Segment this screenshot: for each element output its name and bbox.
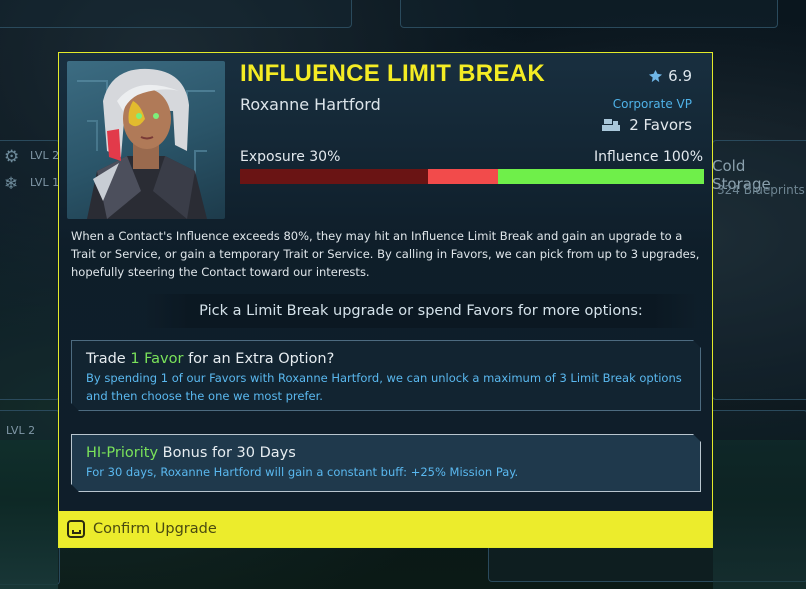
contact-name: Roxanne Hartford [240,95,381,114]
favors-label: 2 Favors [629,116,692,134]
keyboard-key-icon [67,520,85,538]
rank-chevron-icon [649,69,663,82]
bg-room-panel [0,0,352,28]
risk-segment [427,169,498,184]
option-title-suffix: Bonus for 30 Days [158,445,296,461]
snowflake-icon: ❄ [4,174,19,194]
bg-level-label: LVL 2 [6,424,36,437]
influence-meter [240,169,704,184]
exposure-label: Exposure 30% [240,149,341,165]
dialog-title: INFLUENCE LIMIT BREAK [240,60,545,87]
bg-level-label: LVL 2 [30,149,60,162]
contact-rating: 6.9 [648,67,692,85]
bg-level-label: LVL 1 [30,176,60,189]
contact-role: Corporate VP [612,97,692,111]
upgrade-prompt: Pick a Limit Break upgrade or spend Favo… [145,294,697,328]
bg-room-panel [400,0,778,28]
contact-portrait [67,61,225,219]
option-title-highlight: HI-Priority [86,445,159,461]
option-hi-priority-bonus[interactable]: HI-Priority Bonus for 30 Days For 30 day… [71,434,701,492]
option-description: For 30 days, Roxanne Hartford will gain … [86,465,519,479]
rating-value: 6.9 [668,67,692,85]
bg-greenery [713,440,806,589]
option-description: By spending 1 of our Favors with Roxanne… [86,371,682,403]
confirm-upgrade-button[interactable]: Confirm Upgrade [59,511,712,547]
option-title-suffix: for an Extra Option? [183,351,335,367]
contact-portrait-image [77,68,215,219]
confirm-label: Confirm Upgrade [93,521,217,537]
limit-break-description: When a Contact's Influence exceeds 80%, … [71,229,700,279]
option-trade-favor[interactable]: Trade 1 Favor for an Extra Option? By sp… [71,340,701,411]
exposure-segment [240,169,428,184]
influence-segment [497,169,704,184]
wrench-icon: ⚙ [4,147,20,167]
option-title: Trade 1 Favor for an Extra Option? [86,349,686,369]
limit-break-dialog: INFLUENCE LIMIT BREAK Roxanne Hartford 6… [58,52,713,548]
option-title-highlight: 1 Favor [130,351,184,367]
influence-label: Influence 100% [594,149,703,165]
bg-greenery [0,440,58,589]
option-title: HI-Priority Bonus for 30 Days [86,443,686,463]
favors-count: 2 Favors [601,116,692,134]
option-title-prefix: Trade [86,351,131,367]
bg-room-sub: 324 Blueprints [717,183,805,197]
favors-icon [602,119,621,131]
